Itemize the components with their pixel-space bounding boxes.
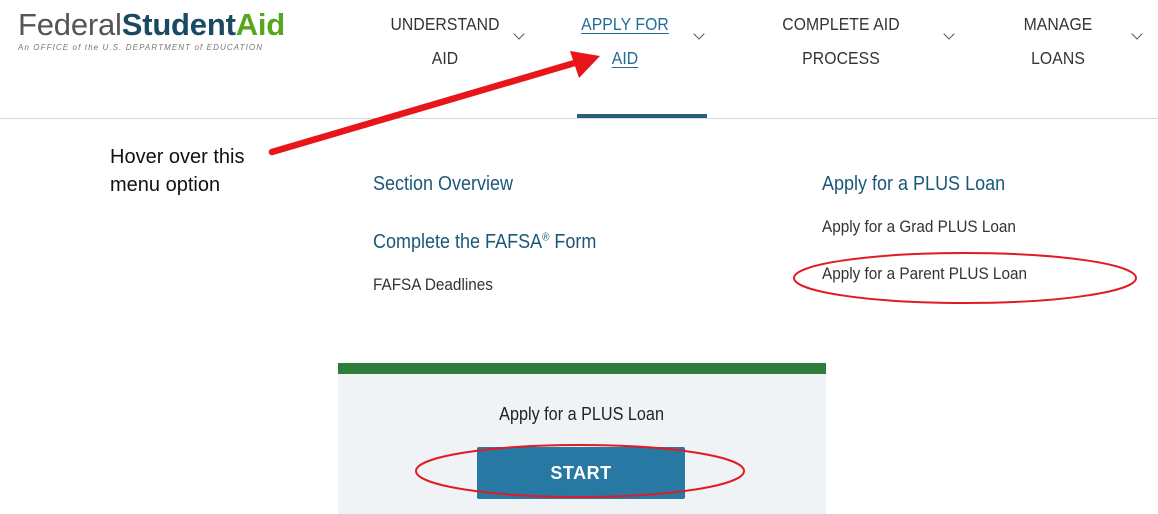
cta-panel: Apply for a PLUS Loan START [338, 363, 826, 514]
site-logo[interactable]: FederalStudentAid An OFFICE of the U.S. … [18, 8, 285, 53]
nav-manage-loans-line2: LOANS [1031, 48, 1085, 68]
annotation-line2: menu option [110, 174, 221, 196]
chevron-down-icon[interactable] [1131, 28, 1143, 40]
nav-complete-aid-process-line2: PROCESS [802, 48, 880, 68]
chevron-down-icon[interactable] [943, 28, 955, 40]
menu-link-complete-fafsa-label: Complete the FAFSA [373, 231, 543, 253]
logo-word-aid: Aid [235, 7, 286, 42]
nav-understand-aid-line2: AID [431, 48, 459, 68]
logo-tagline: An OFFICE of the U.S. DEPARTMENT of EDUC… [18, 43, 264, 52]
nav-apply-for-aid-line1: APPLY FOR [581, 14, 669, 34]
cta-accent-bar [338, 363, 826, 374]
start-button[interactable]: START [477, 447, 685, 499]
registered-mark: ® [542, 231, 550, 244]
annotation-line1: Hover over this [110, 146, 245, 168]
nav-manage-loans-line1: MANAGE [1023, 14, 1093, 34]
cta-title: Apply for a PLUS Loan [338, 404, 826, 425]
nav-divider [0, 118, 1158, 119]
chevron-down-icon[interactable] [693, 28, 705, 40]
annotation-arrow-shaft [268, 58, 582, 156]
nav-understand-aid[interactable]: UNDERSTAND AID [387, 7, 504, 75]
nav-apply-for-aid-line2: AID [611, 48, 639, 68]
menu-link-complete-fafsa[interactable]: Complete the FAFSA® Form [373, 231, 596, 254]
chevron-down-icon[interactable] [513, 28, 525, 40]
menu-link-apply-parent-plus-loan[interactable]: Apply for a Parent PLUS Loan [822, 264, 1027, 284]
menu-link-section-overview[interactable]: Section Overview [373, 173, 513, 196]
menu-link-apply-plus-loan[interactable]: Apply for a PLUS Loan [822, 173, 1005, 196]
menu-link-apply-grad-plus-loan[interactable]: Apply for a Grad PLUS Loan [822, 217, 1016, 237]
nav-complete-aid-process[interactable]: COMPLETE AID PROCESS [774, 7, 909, 75]
nav-complete-aid-process-line1: COMPLETE AID [782, 14, 900, 34]
nav-understand-aid-line1: UNDERSTAND [390, 14, 500, 34]
nav-manage-loans[interactable]: MANAGE LOANS [1017, 7, 1100, 75]
cta-title-text: Apply for a PLUS Loan [499, 404, 665, 424]
menu-link-complete-fafsa-suffix: Form [549, 231, 597, 253]
nav-apply-for-aid[interactable]: APPLY FOR AID [573, 7, 677, 75]
logo-word-federal: Federal [18, 7, 122, 42]
logo-word-student: Student [121, 7, 236, 42]
annotation-text: Hover over this menu option [110, 143, 245, 199]
menu-link-fafsa-deadlines[interactable]: FAFSA Deadlines [373, 275, 493, 295]
logo-wordmark: FederalStudentAid [18, 8, 285, 42]
